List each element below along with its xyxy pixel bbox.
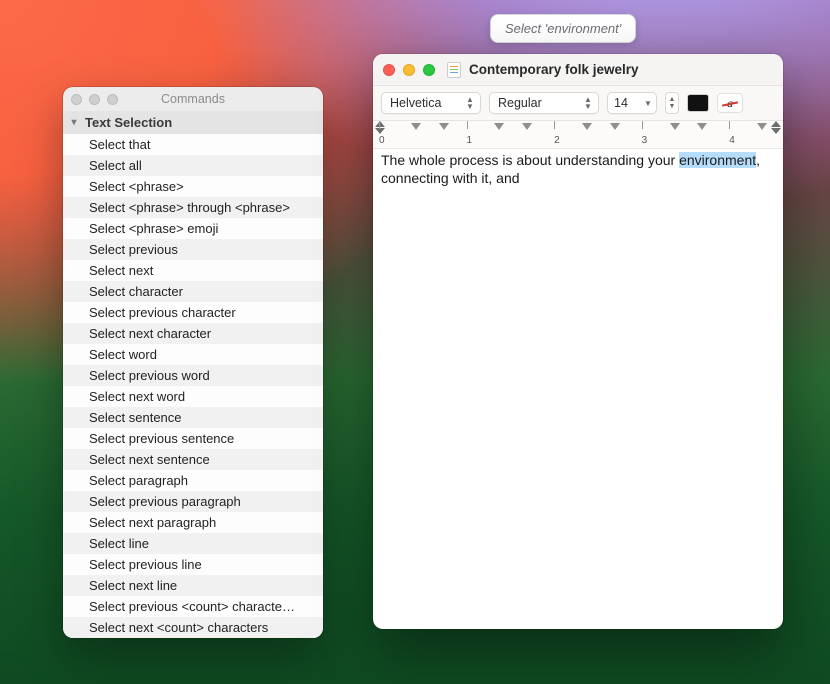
zoom-icon[interactable] (107, 94, 118, 105)
chevron-updown-icon: ▲▼ (582, 96, 594, 110)
ruler[interactable]: 0 1 2 3 4 (373, 121, 783, 149)
list-item[interactable]: Select next character (63, 323, 323, 344)
list-item[interactable]: Select <phrase> through <phrase> (63, 197, 323, 218)
list-item[interactable]: Select sentence (63, 407, 323, 428)
font-size-stepper[interactable]: ▲▼ (665, 92, 679, 114)
right-indent-marker[interactable] (771, 121, 781, 127)
ruler-label: 4 (729, 135, 735, 146)
font-weight-value: Regular (498, 96, 542, 110)
textedit-titlebar[interactable]: Contemporary folk jewelry (373, 54, 783, 86)
document-body[interactable]: The whole process is about understanding… (373, 149, 783, 629)
list-item[interactable]: Select word (63, 344, 323, 365)
list-item[interactable]: Select next paragraph (63, 512, 323, 533)
chevron-down-icon: ▼ (642, 100, 654, 107)
tab-stop[interactable] (439, 123, 449, 130)
list-item[interactable]: Select previous paragraph (63, 491, 323, 512)
tab-stop[interactable] (697, 123, 707, 130)
section-header-text-selection[interactable]: ▾ Text Selection (63, 111, 323, 134)
zoom-icon[interactable] (423, 64, 435, 76)
document-icon (447, 62, 461, 78)
clear-formatting-button[interactable]: a (717, 93, 743, 113)
list-item[interactable]: Select previous <count> characte… (63, 596, 323, 617)
ruler-label: 1 (467, 135, 473, 146)
text-color-swatch[interactable] (687, 94, 709, 112)
ruler-label: 3 (642, 135, 648, 146)
list-item[interactable]: Select all (63, 155, 323, 176)
voice-command-badge: Select 'environment' (490, 14, 636, 43)
right-indent-marker[interactable] (771, 128, 781, 134)
first-line-indent-marker[interactable] (375, 121, 385, 127)
list-item[interactable]: Select <phrase> emoji (63, 218, 323, 239)
section-header-label: Text Selection (85, 115, 172, 130)
list-item[interactable]: Select previous (63, 239, 323, 260)
list-item[interactable]: Select that (63, 134, 323, 155)
tab-stop[interactable] (610, 123, 620, 130)
font-family-value: Helvetica (390, 96, 441, 110)
textedit-toolbar: Helvetica ▲▼ Regular ▲▼ 14 ▼ ▲▼ a (373, 86, 783, 121)
document-text: The whole process is about understanding… (381, 152, 679, 168)
ruler-label: 0 (379, 135, 385, 146)
chevron-updown-icon: ▲▼ (464, 96, 476, 110)
command-list: Select that Select all Select <phrase> S… (63, 134, 323, 638)
list-item[interactable]: Select next sentence (63, 449, 323, 470)
close-icon[interactable] (383, 64, 395, 76)
list-item[interactable]: Select previous line (63, 554, 323, 575)
list-item[interactable]: Select next <count> characters (63, 617, 323, 638)
document-title: Contemporary folk jewelry (469, 62, 639, 77)
tab-stop[interactable] (670, 123, 680, 130)
ruler-label: 2 (554, 135, 560, 146)
minimize-icon[interactable] (89, 94, 100, 105)
list-item[interactable]: Select next (63, 260, 323, 281)
list-item[interactable]: Select previous sentence (63, 428, 323, 449)
font-size-field[interactable]: 14 ▼ (607, 92, 657, 114)
commands-titlebar[interactable]: Commands (63, 87, 323, 111)
tab-stop[interactable] (582, 123, 592, 130)
font-family-select[interactable]: Helvetica ▲▼ (381, 92, 481, 114)
chevron-down-icon: ▾ (67, 117, 81, 128)
tab-stop[interactable] (411, 123, 421, 130)
list-item[interactable]: Select character (63, 281, 323, 302)
list-item[interactable]: Select line (63, 533, 323, 554)
tab-stop[interactable] (522, 123, 532, 130)
selected-text: environment (679, 152, 756, 168)
left-indent-marker[interactable] (375, 128, 385, 134)
tab-stop[interactable] (757, 123, 767, 130)
list-item[interactable]: Select next line (63, 575, 323, 596)
close-icon[interactable] (71, 94, 82, 105)
list-item[interactable]: Select next word (63, 386, 323, 407)
font-weight-select[interactable]: Regular ▲▼ (489, 92, 599, 114)
list-item[interactable]: Select <phrase> (63, 176, 323, 197)
list-item[interactable]: Select previous character (63, 302, 323, 323)
list-item[interactable]: Select paragraph (63, 470, 323, 491)
tab-stop[interactable] (494, 123, 504, 130)
font-size-value: 14 (614, 96, 628, 110)
commands-window: Commands ▾ Text Selection Select that Se… (63, 87, 323, 638)
minimize-icon[interactable] (403, 64, 415, 76)
textedit-window: Contemporary folk jewelry Helvetica ▲▼ R… (373, 54, 783, 629)
list-item[interactable]: Select previous word (63, 365, 323, 386)
